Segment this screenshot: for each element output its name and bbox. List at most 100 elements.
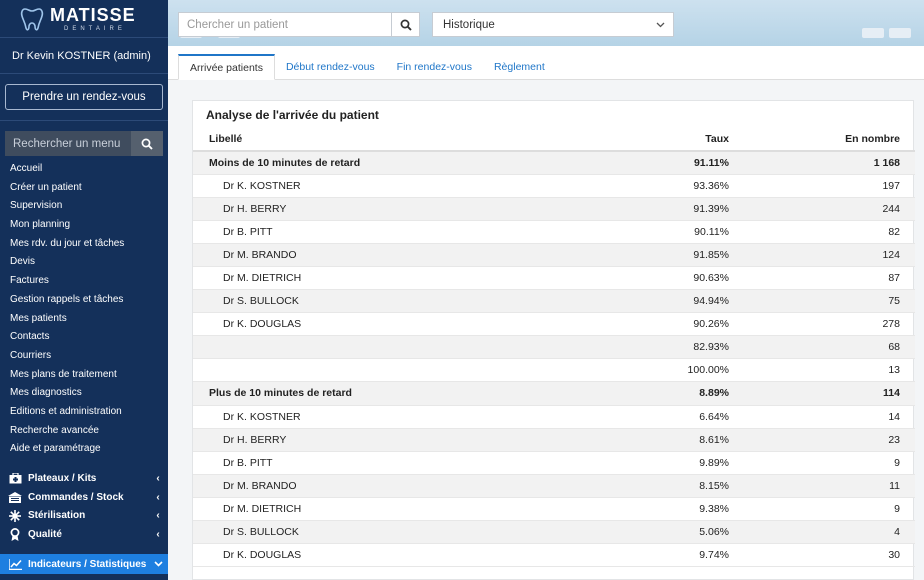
chevron-left-icon: ‹ xyxy=(156,472,160,484)
cell-rate: 8.89% xyxy=(595,381,735,406)
table-row[interactable]: Dr M. BRANDO 8.15% 11 xyxy=(193,474,915,498)
cell-rate: 8.61% xyxy=(595,428,735,452)
menu-search: Rechercher un menu xyxy=(5,131,163,156)
sidebar-item-mes-patients[interactable]: Mes patients xyxy=(0,310,168,329)
sidebar-group-plateaux[interactable]: Plateaux / Kits ‹ xyxy=(0,469,168,488)
sidebar-item-aide[interactable]: Aide et paramétrage xyxy=(0,440,168,459)
sidebar-item-editions[interactable]: Editions et administration xyxy=(0,403,168,422)
cell-count: 278 xyxy=(735,312,915,337)
logo[interactable]: MATISSE DENTAIRE xyxy=(0,0,168,38)
patient-search-button[interactable] xyxy=(391,13,419,36)
table-row[interactable]: Dr M. DIETRICH 9.38% 9 xyxy=(193,497,915,522)
sidebar-item-recherche-avancee[interactable]: Recherche avancée xyxy=(0,422,168,441)
cell-label: Dr H. BERRY xyxy=(193,197,595,221)
sidebar-item-accueil[interactable]: Accueil xyxy=(0,160,168,179)
cell-rate: 6.64% xyxy=(595,405,735,429)
current-user[interactable]: Dr Kevin KOSTNER (admin) xyxy=(0,38,168,74)
table-row[interactable]: Dr S. BULLOCK 94.94% 75 xyxy=(193,289,915,314)
tab-fin-rendez-vous[interactable]: Fin rendez-vous xyxy=(386,54,483,80)
sidebar-item-courriers[interactable]: Courriers xyxy=(0,347,168,366)
chevron-down-icon xyxy=(656,19,665,31)
cell-rate: 93.36% xyxy=(595,174,735,198)
cell-count: 1 168 xyxy=(735,151,915,175)
sidebar-group-label: Indicateurs / Statistiques xyxy=(28,558,147,570)
sidebar-item-factures[interactable]: Factures xyxy=(0,272,168,291)
table-row[interactable]: Moins de 10 minutes de retard 91.11% 1 168 xyxy=(193,151,915,175)
cell-count: 9 xyxy=(735,497,915,522)
column-header-rate[interactable]: Taux xyxy=(595,128,735,152)
sidebar-group-label: Commandes / Stock xyxy=(28,491,124,503)
sidebar: MATISSE DENTAIRE Dr Kevin KOSTNER (admin… xyxy=(0,0,168,580)
table-row[interactable]: Dr H. BERRY 91.39% 244 xyxy=(193,197,915,221)
table-row[interactable]: Dr K. DOUGLAS 9.74% 30 xyxy=(193,543,915,568)
cell-rate: 9.38% xyxy=(595,497,735,522)
table-row[interactable]: Plus de 10 minutes de retard 8.89% 114 xyxy=(193,381,915,406)
sidebar-group-sterilisation[interactable]: Stérilisation ‹ xyxy=(0,507,168,526)
cell-count: 68 xyxy=(735,335,915,360)
book-appointment-button[interactable]: Prendre un rendez-vous xyxy=(5,84,163,110)
cell-label: Dr K. KOSTNER xyxy=(193,405,595,429)
cell-label: Dr M. BRANDO xyxy=(193,243,595,267)
table-row[interactable]: 100.00% 13 xyxy=(193,358,915,383)
table-row[interactable]: Dr B. PITT 9.89% 9 xyxy=(193,451,915,475)
sidebar-item-rdv-du-jour[interactable]: Mes rdv. du jour et tâches xyxy=(0,235,168,254)
cell-count: 9 xyxy=(735,451,915,475)
cell-rate: 90.26% xyxy=(595,312,735,337)
cell-count: 244 xyxy=(735,197,915,221)
toolbar-button[interactable] xyxy=(889,28,911,38)
sidebar-item-plans-traitement[interactable]: Mes plans de traitement xyxy=(0,366,168,385)
cell-label xyxy=(193,358,595,383)
cell-count: 87 xyxy=(735,266,915,291)
cell-rate: 100.00% xyxy=(595,358,735,383)
cell-rate: 90.11% xyxy=(595,220,735,244)
table-row[interactable]: Dr K. DOUGLAS 90.26% 278 xyxy=(193,312,915,337)
table-row[interactable]: 82.93% 68 xyxy=(193,335,915,360)
cell-label: Dr K. DOUGLAS xyxy=(193,312,595,337)
cell-count: 23 xyxy=(735,428,915,452)
table-row[interactable]: Dr K. KOSTNER 93.36% 197 xyxy=(193,174,915,198)
cell-label: Plus de 10 minutes de retard xyxy=(193,381,595,406)
cell-label: Dr K. DOUGLAS xyxy=(193,543,595,568)
tab-arrivee-patients[interactable]: Arrivée patients xyxy=(178,54,275,80)
search-icon xyxy=(141,138,153,150)
divider xyxy=(0,120,168,121)
search-icon xyxy=(400,19,412,31)
chevron-left-icon: ‹ xyxy=(156,491,160,503)
patient-search-input[interactable]: Chercher un patient xyxy=(179,13,391,36)
tab-debut-rendez-vous[interactable]: Début rendez-vous xyxy=(275,54,386,80)
sidebar-group-commandes[interactable]: Commandes / Stock ‹ xyxy=(0,488,168,507)
cell-count: 75 xyxy=(735,289,915,314)
column-header-label[interactable]: Libellé xyxy=(193,128,595,152)
menu-search-input[interactable]: Rechercher un menu xyxy=(5,131,131,156)
table-row[interactable]: Dr S. BULLOCK 5.06% 4 xyxy=(193,520,915,545)
history-select[interactable]: Historique xyxy=(432,12,674,37)
toolbar-button[interactable] xyxy=(862,28,884,38)
sidebar-group-qualite[interactable]: Qualité ‹ xyxy=(0,525,168,544)
sidebar-item-mon-planning[interactable]: Mon planning xyxy=(0,216,168,235)
sidebar-item-gestion-rappels[interactable]: Gestion rappels et tâches xyxy=(0,291,168,310)
table-row[interactable]: Dr M. BRANDO 91.85% 124 xyxy=(193,243,915,267)
tab-reglement[interactable]: Règlement xyxy=(483,54,556,80)
table-row[interactable]: Dr B. PITT 90.11% 82 xyxy=(193,220,915,244)
sidebar-item-diagnostics[interactable]: Mes diagnostics xyxy=(0,384,168,403)
sidebar-item-creer-patient[interactable]: Créer un patient xyxy=(0,179,168,198)
cell-rate: 91.85% xyxy=(595,243,735,267)
sidebar-item-contacts[interactable]: Contacts xyxy=(0,328,168,347)
table-row[interactable]: Dr K. KOSTNER 6.64% 14 xyxy=(193,405,915,429)
arrival-analysis-panel: Analyse de l'arrivée du patient Libellé … xyxy=(192,100,915,580)
cell-rate: 91.39% xyxy=(595,197,735,221)
table-row[interactable]: Dr H. BERRY 8.61% 23 xyxy=(193,428,915,452)
cell-label: Dr B. PITT xyxy=(193,451,595,475)
tab-bar: Arrivée patients Début rendez-vous Fin r… xyxy=(168,46,924,80)
cell-count: 114 xyxy=(735,381,915,406)
arrival-table: Libellé Taux En nombre Moins de 10 minut… xyxy=(193,128,915,568)
table-row[interactable]: Dr M. DIETRICH 90.63% 87 xyxy=(193,266,915,291)
menu-search-button[interactable] xyxy=(131,131,163,156)
stock-icon xyxy=(8,491,22,503)
sidebar-menu: Accueil Créer un patient Supervision Mon… xyxy=(0,160,168,459)
cell-count: 124 xyxy=(735,243,915,267)
sidebar-item-devis[interactable]: Devis xyxy=(0,253,168,272)
column-header-count[interactable]: En nombre xyxy=(735,128,915,152)
sidebar-item-supervision[interactable]: Supervision xyxy=(0,197,168,216)
sidebar-group-indicateurs[interactable]: Indicateurs / Statistiques xyxy=(0,554,168,575)
